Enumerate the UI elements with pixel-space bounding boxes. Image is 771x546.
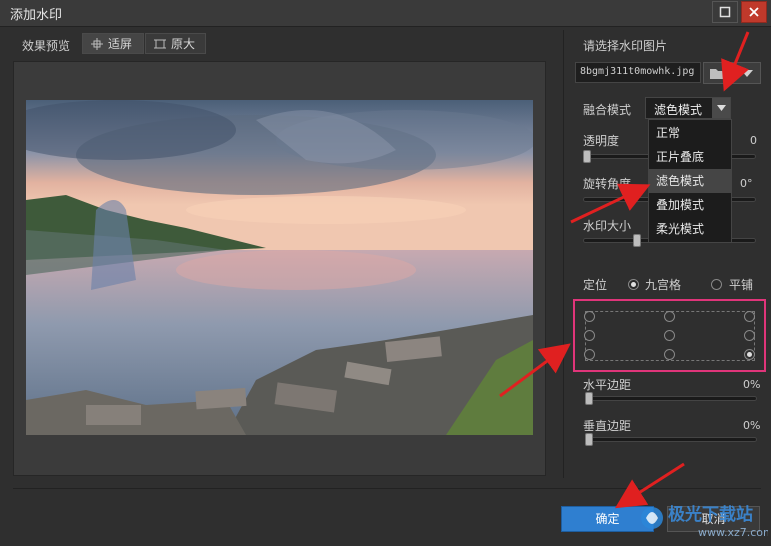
size-label: 水印大小 bbox=[583, 219, 632, 233]
grid-mode-radio[interactable] bbox=[628, 279, 639, 290]
opacity-value: 0 bbox=[750, 134, 757, 147]
original-size-label: 原大 bbox=[171, 37, 196, 51]
fit-screen-label: 适屏 bbox=[108, 37, 133, 51]
position-grid-highlight bbox=[573, 299, 766, 372]
close-icon bbox=[749, 7, 759, 17]
fit-screen-icon bbox=[91, 37, 103, 50]
watermark-image-label: 请选择水印图片 bbox=[583, 39, 668, 53]
original-size-icon bbox=[154, 39, 166, 48]
close-button[interactable] bbox=[741, 1, 767, 23]
tile-mode-radio[interactable] bbox=[711, 279, 722, 290]
watermark-file-field[interactable]: 8bgmj311t0mowhk.jpg bbox=[575, 62, 701, 83]
site-watermark-logo: 极光下载站 www.xz7.com bbox=[638, 498, 771, 546]
blend-option-normal[interactable]: 正常 bbox=[649, 121, 731, 145]
maximize-icon bbox=[719, 6, 731, 18]
h-margin-label: 水平边距 bbox=[583, 378, 632, 392]
fit-screen-button[interactable]: 适屏 bbox=[82, 33, 144, 54]
maximize-button[interactable] bbox=[712, 1, 738, 23]
rotation-value: 0° bbox=[740, 177, 753, 190]
dropdown-arrow-icon bbox=[741, 70, 753, 77]
blend-option-soft-light[interactable]: 柔光模式 bbox=[649, 217, 731, 241]
title-bar bbox=[0, 0, 771, 27]
folder-icon bbox=[710, 69, 726, 79]
blend-mode-label: 融合模式 bbox=[583, 103, 632, 117]
blend-option-screen[interactable]: 滤色模式 bbox=[649, 169, 731, 193]
h-margin-slider-thumb[interactable] bbox=[585, 392, 593, 405]
svg-text:极光下载站: 极光下载站 bbox=[668, 504, 753, 525]
blend-option-overlay[interactable]: 叠加模式 bbox=[649, 193, 731, 217]
rotation-label: 旋转角度 bbox=[583, 177, 632, 191]
opacity-label: 透明度 bbox=[583, 134, 620, 148]
chevron-down-icon bbox=[716, 105, 726, 111]
panel-divider bbox=[563, 30, 564, 478]
size-slider-thumb[interactable] bbox=[633, 234, 641, 247]
svg-text:www.xz7.com: www.xz7.com bbox=[698, 526, 768, 539]
window-title: 添加水印 bbox=[10, 8, 63, 23]
preview-image bbox=[26, 100, 533, 435]
v-margin-slider[interactable] bbox=[585, 437, 757, 442]
opacity-slider-thumb[interactable] bbox=[583, 150, 591, 163]
preview-label: 效果预览 bbox=[22, 39, 71, 53]
v-margin-label: 垂直边距 bbox=[583, 419, 632, 433]
h-margin-value: 0% bbox=[743, 378, 761, 391]
v-margin-value: 0% bbox=[743, 419, 761, 432]
browse-button[interactable] bbox=[703, 62, 761, 84]
position-label: 定位 bbox=[583, 278, 608, 292]
original-size-button[interactable]: 原大 bbox=[145, 33, 206, 54]
tile-mode-label: 平铺 bbox=[729, 278, 754, 292]
blend-mode-dropdown: 正常 正片叠底 滤色模式 叠加模式 柔光模式 bbox=[648, 119, 732, 243]
grid-mode-label: 九宫格 bbox=[645, 278, 682, 292]
blend-dropdown-toggle[interactable] bbox=[712, 98, 730, 118]
blend-option-multiply[interactable]: 正片叠底 bbox=[649, 145, 731, 169]
footer-divider bbox=[13, 488, 761, 489]
v-margin-slider-thumb[interactable] bbox=[585, 433, 593, 446]
h-margin-slider[interactable] bbox=[585, 396, 757, 401]
